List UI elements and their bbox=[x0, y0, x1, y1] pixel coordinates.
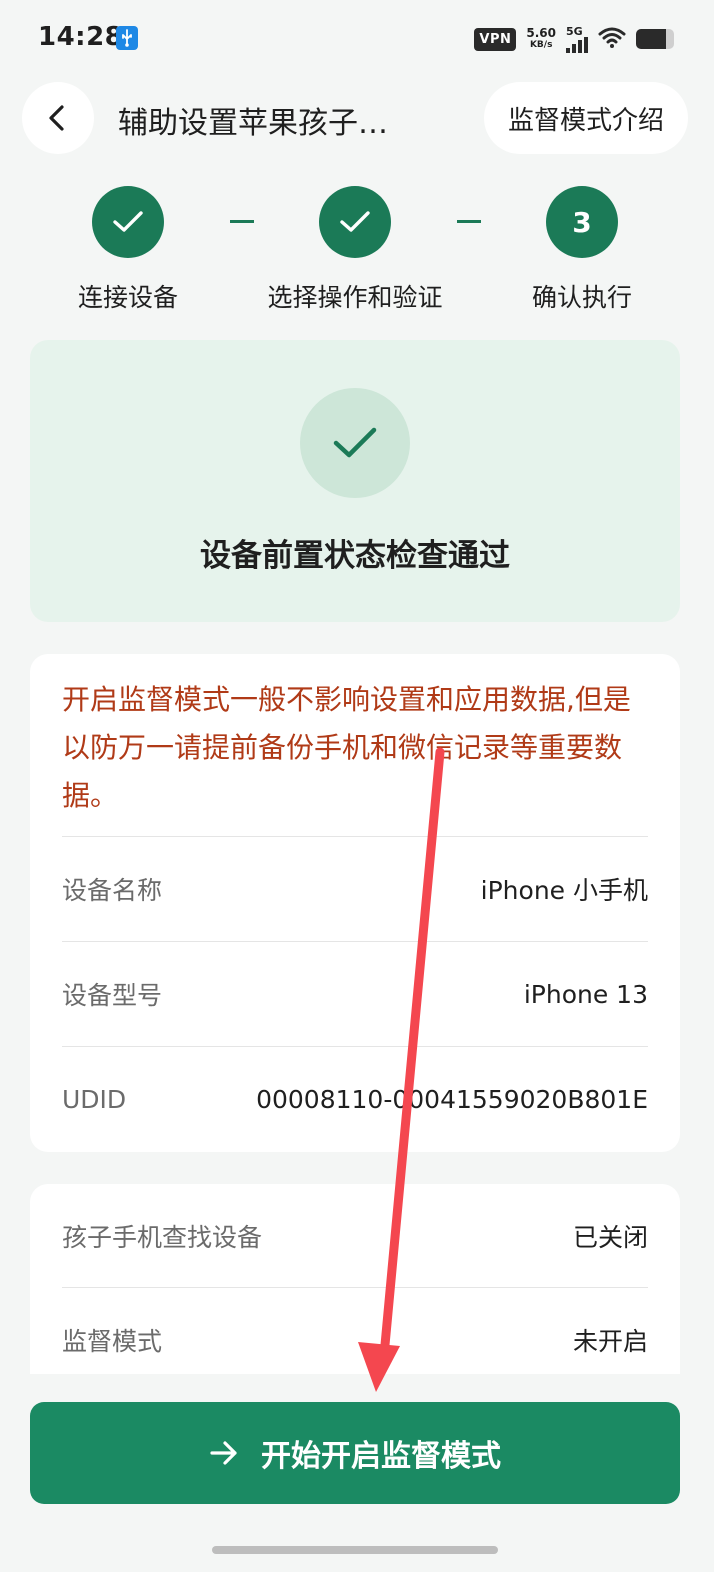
status-bar: 14:28 VPN 5.60 KB/s 5G bbox=[0, 0, 714, 78]
battery-icon bbox=[636, 29, 674, 49]
home-indicator[interactable] bbox=[212, 1546, 498, 1554]
chevron-left-icon bbox=[49, 105, 64, 131]
precheck-success-card: 设备前置状态检查通过 bbox=[30, 340, 680, 622]
arrow-right-icon bbox=[210, 1441, 237, 1465]
status-icons: VPN 5.60 KB/s 5G bbox=[474, 24, 674, 54]
check-icon bbox=[319, 186, 391, 258]
udid-row: UDID 00008110-00041559020B801E bbox=[62, 1046, 648, 1151]
usb-icon bbox=[116, 26, 138, 50]
row-value: 00008110-00041559020B801E bbox=[256, 1084, 648, 1114]
row-label: 设备型号 bbox=[62, 981, 163, 1010]
step-number: 3 bbox=[546, 186, 618, 258]
back-button[interactable] bbox=[22, 82, 94, 154]
step-label: 确认执行 bbox=[531, 283, 632, 312]
row-value: iPhone 小手机 bbox=[480, 876, 648, 905]
precheck-success-text: 设备前置状态检查通过 bbox=[200, 538, 510, 574]
signal-icon: 5G bbox=[566, 26, 588, 53]
find-my-row: 孩子手机查找设备 已关闭 bbox=[62, 1184, 648, 1288]
row-label: 监督模式 bbox=[62, 1327, 163, 1356]
device-model-row: 设备型号 iPhone 13 bbox=[62, 941, 648, 1046]
vpn-badge: VPN bbox=[474, 27, 517, 51]
step-connect-device: 连接设备 bbox=[8, 186, 248, 314]
check-icon bbox=[92, 186, 164, 258]
backup-warning-text: 开启监督模式一般不影响设置和应用数据,但是以防万一请提前备份手机和微信记录等重要… bbox=[62, 683, 631, 812]
page-title: 辅助设置苹果孩子… bbox=[118, 106, 388, 141]
step-confirm-execute: 3 确认执行 bbox=[462, 186, 702, 314]
start-supervision-label: 开始开启监督模式 bbox=[261, 1439, 501, 1474]
row-label: UDID bbox=[62, 1084, 127, 1114]
wifi-icon bbox=[598, 26, 626, 52]
row-label: 设备名称 bbox=[62, 876, 163, 905]
row-value: 未开启 bbox=[572, 1327, 648, 1356]
step-label: 连接设备 bbox=[77, 283, 178, 312]
network-speed: 5.60 KB/s bbox=[526, 26, 556, 50]
row-label: 孩子手机查找设备 bbox=[62, 1223, 263, 1252]
step-label: 选择操作和验证 bbox=[267, 283, 443, 312]
step-select-verify: 选择操作和验证 bbox=[235, 186, 475, 314]
row-value: 已关闭 bbox=[572, 1223, 648, 1252]
status-time: 14:28 bbox=[38, 22, 124, 52]
start-supervision-button[interactable]: 开始开启监督模式 bbox=[30, 1402, 680, 1504]
success-check-icon bbox=[300, 388, 410, 498]
device-name-row: 设备名称 iPhone 小手机 bbox=[62, 836, 648, 941]
supervision-intro-button[interactable]: 监督模式介绍 bbox=[483, 82, 688, 154]
device-status-card: 孩子手机查找设备 已关闭 监督模式 未开启 bbox=[30, 1184, 680, 1374]
row-value: iPhone 13 bbox=[523, 979, 648, 1009]
supervision-mode-row: 监督模式 未开启 bbox=[62, 1287, 648, 1374]
progress-steps: 连接设备 选择操作和验证 3 确认执行 bbox=[0, 186, 714, 326]
device-info-card: 开启监督模式一般不影响设置和应用数据,但是以防万一请提前备份手机和微信记录等重要… bbox=[30, 654, 680, 1152]
